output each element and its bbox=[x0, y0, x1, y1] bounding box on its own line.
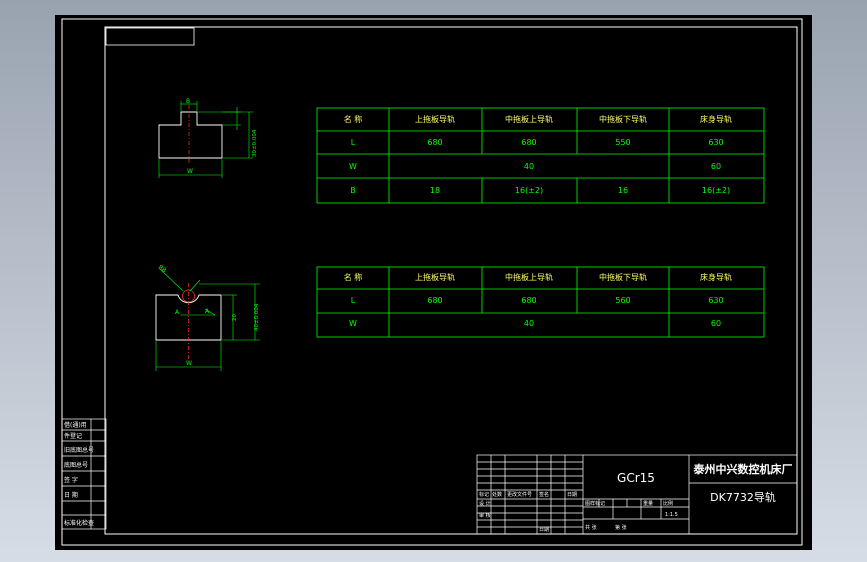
fig2-dim-bottom: W bbox=[186, 360, 192, 367]
tb-label-scale: 比例 bbox=[663, 500, 673, 507]
left-strip-7: 标准化检查 bbox=[64, 519, 94, 527]
table2-W-label: W bbox=[349, 319, 357, 328]
table1-header-name: 名 称 bbox=[344, 114, 363, 124]
table2-header-col4: 床身导轨 bbox=[700, 272, 732, 282]
fig2-dim-a: A bbox=[175, 309, 180, 316]
tb-scale-value: 1:1.5 bbox=[665, 512, 678, 518]
drawing-sheet: 借(通)用 件登记 旧底图总号 底图总号 签 字 日 期 标准化检查 B W 3… bbox=[55, 15, 812, 550]
table2-header-col3: 中拖板下导轨 bbox=[599, 272, 647, 282]
table2-L-3: 560 bbox=[615, 296, 630, 305]
table1-B-4: 16(±2) bbox=[702, 186, 730, 195]
table2-L-label: L bbox=[351, 296, 356, 305]
table1-body: L 680 680 550 630 W 40 60 B 18 16(±2) 16… bbox=[349, 138, 730, 195]
table2-header-name: 名 称 bbox=[344, 272, 363, 282]
table1-L-label: L bbox=[351, 138, 356, 147]
tb-material: GCr15 bbox=[617, 471, 655, 485]
left-strip-6: 日 期 bbox=[64, 491, 78, 499]
code-box bbox=[105, 27, 195, 46]
table1-L-4: 630 bbox=[708, 138, 723, 147]
table2-header: 名 称 上拖板导轨 中拖板上导轨 中拖板下导轨 床身导轨 bbox=[344, 272, 732, 282]
tb-label-mark: 标记 bbox=[479, 491, 489, 498]
tb-label-weight: 重量 bbox=[643, 500, 653, 507]
table1-L-3: 550 bbox=[615, 138, 630, 147]
fig2-dim-height: 20 bbox=[232, 314, 238, 321]
left-strip-1: 借(通)用 bbox=[64, 421, 87, 429]
left-strip-2: 件登记 bbox=[64, 432, 82, 440]
tb-label-sign: 签名 bbox=[539, 491, 549, 498]
tb-label-change: 更改文件号 bbox=[507, 491, 532, 498]
left-strip-3: 旧底图总号 bbox=[64, 446, 94, 454]
table1-header: 名 称 上拖板导轨 中拖板上导轨 中拖板下导轨 床身导轨 bbox=[344, 114, 732, 124]
tb-label-design: 设 计 bbox=[479, 500, 491, 507]
table2-L-2: 680 bbox=[521, 296, 536, 305]
table1-B-label: B bbox=[350, 186, 356, 195]
table1-header-col2: 中拖板上导轨 bbox=[505, 114, 553, 124]
table2-body: L 680 680 560 630 W 40 60 bbox=[349, 296, 724, 328]
fig2-dim-right: 40±0.004 bbox=[254, 303, 260, 331]
fig1-profile bbox=[158, 111, 223, 159]
table2-W-2: 60 bbox=[711, 319, 721, 328]
fig1-dim-bottom: W bbox=[187, 168, 193, 175]
table2-header-col2: 中拖板上导轨 bbox=[505, 272, 553, 282]
viewport: 借(通)用 件登记 旧底图总号 底图总号 签 字 日 期 标准化检查 B W 3… bbox=[0, 0, 867, 562]
table1-B-1: 18 bbox=[430, 186, 440, 195]
drawing-canvas: 借(通)用 件登记 旧底图总号 底图总号 签 字 日 期 标准化检查 B W 3… bbox=[61, 18, 803, 546]
fig1-dim-right: 30±0.004 bbox=[252, 129, 258, 157]
tb-label-date2: 日期 bbox=[539, 527, 549, 533]
table1-header-col1: 上拖板导轨 bbox=[415, 114, 455, 124]
fig2-dim-radius: R8 bbox=[157, 264, 168, 274]
tb-label-sheet: 第 张 bbox=[615, 524, 627, 531]
table1-header-col4: 床身导轨 bbox=[700, 114, 732, 124]
tb-label-review: 审 核 bbox=[479, 512, 491, 519]
tb-company: 泰州中兴数控机床厂 bbox=[693, 462, 793, 476]
outer-frame bbox=[61, 18, 803, 546]
table1-L-1: 680 bbox=[427, 138, 442, 147]
table1-header-col3: 中拖板下导轨 bbox=[599, 114, 647, 124]
table1-B-2: 16(±2) bbox=[515, 186, 543, 195]
table1-L-2: 680 bbox=[521, 138, 536, 147]
table2-L-1: 680 bbox=[427, 296, 442, 305]
table1-W-2: 60 bbox=[711, 162, 721, 171]
left-strip-5: 签 字 bbox=[64, 476, 78, 484]
tb-drawing-name: DK7732导轨 bbox=[710, 490, 776, 504]
table1-W-label: W bbox=[349, 162, 357, 171]
table2-W-1: 40 bbox=[524, 319, 534, 328]
table1-B-3: 16 bbox=[618, 186, 628, 195]
tb-label-count: 处数 bbox=[492, 491, 502, 498]
tb-label-sample-mark: 图样标记 bbox=[585, 500, 605, 507]
tb-label-total: 共 张 bbox=[585, 524, 597, 531]
table2-header-col1: 上拖板导轨 bbox=[415, 272, 455, 282]
left-strip-4: 底图总号 bbox=[64, 461, 88, 469]
fig2-dimensions bbox=[155, 267, 260, 371]
table1-W-1: 40 bbox=[524, 162, 534, 171]
table2-L-4: 630 bbox=[708, 296, 723, 305]
fig1-dimensions bbox=[158, 101, 253, 178]
tb-label-date: 日期 bbox=[567, 492, 577, 498]
fig1-dim-top: B bbox=[186, 98, 190, 105]
